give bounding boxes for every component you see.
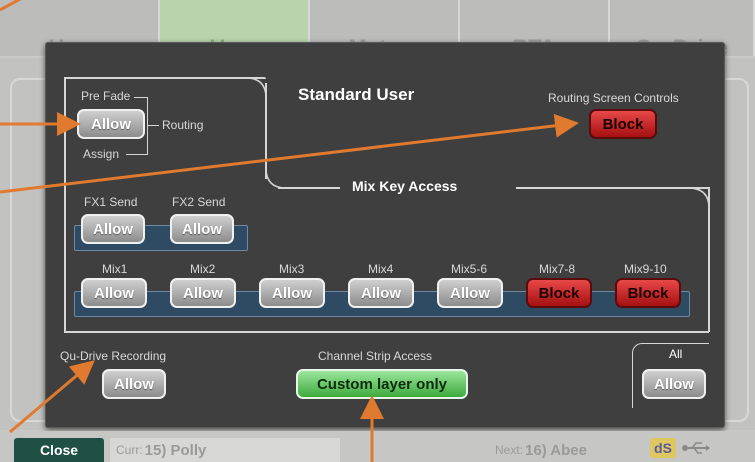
bracket-line [147, 125, 159, 126]
mix5-6-allow-button[interactable]: Allow [437, 278, 503, 308]
fx1-send-label: FX1 Send [84, 195, 138, 209]
fx2-send-allow-button[interactable]: Allow [170, 214, 234, 244]
mix4-allow-button[interactable]: Allow [348, 278, 414, 308]
qu-drive-recording-allow-button[interactable]: Allow [102, 369, 166, 399]
channel-strip-custom-layer-button[interactable]: Custom layer only [296, 369, 468, 399]
standard-user-dialog: Standard User Pre Fade Routing Assign Al… [45, 42, 725, 428]
mix9-10-label: Mix9-10 [624, 262, 667, 276]
channel-strip-access-label: Channel Strip Access [318, 349, 433, 363]
next-scene-name: 16) Abee [525, 441, 587, 459]
routing-screen-controls-block-button[interactable]: Block [589, 109, 657, 139]
all-allow-button[interactable]: Allow [642, 369, 706, 399]
curr-prefix: Curr: [116, 443, 143, 457]
routing-label: Routing [162, 118, 204, 132]
next-prefix: Next: [495, 443, 524, 457]
pre-fade-allow-button[interactable]: Allow [77, 109, 145, 139]
pre-fade-label: Pre Fade [81, 89, 131, 103]
ds-indicator: dS [650, 438, 676, 458]
mix3-label: Mix3 [279, 262, 305, 276]
mix1-allow-button[interactable]: Allow [81, 278, 147, 308]
bracket-line [147, 97, 148, 155]
mix3-allow-button[interactable]: Allow [259, 278, 325, 308]
all-label: All [669, 347, 683, 361]
usb-icon [680, 438, 710, 462]
screen-background: Home User Meters RTA Qu-Drive Standard U… [0, 0, 755, 462]
mix-key-access-label: Mix Key Access [352, 178, 458, 194]
mix4-label: Mix4 [368, 262, 394, 276]
routing-screen-controls-label: Routing Screen Controls [548, 91, 679, 105]
mix5-6-label: Mix5-6 [451, 262, 488, 276]
mix2-allow-button[interactable]: Allow [170, 278, 236, 308]
mix7-8-block-button[interactable]: Block [526, 278, 592, 308]
close-button[interactable]: Close [14, 438, 104, 462]
assign-label: Assign [83, 147, 120, 161]
curr-scene-name: 15) Polly [144, 441, 207, 459]
mix1-label: Mix1 [102, 262, 128, 276]
next-scene: Next: 16) Abee [495, 438, 625, 462]
fx2-send-label: FX2 Send [172, 195, 226, 209]
bracket-line [126, 154, 148, 155]
qu-drive-recording-label: Qu-Drive Recording [60, 349, 167, 363]
bracket-line [134, 97, 148, 98]
fx1-send-allow-button[interactable]: Allow [81, 214, 145, 244]
mix2-label: Mix2 [190, 262, 216, 276]
mix7-8-label: Mix7-8 [539, 262, 576, 276]
current-scene: Curr: 15) Polly [110, 438, 340, 462]
mix9-10-block-button[interactable]: Block [615, 278, 681, 308]
